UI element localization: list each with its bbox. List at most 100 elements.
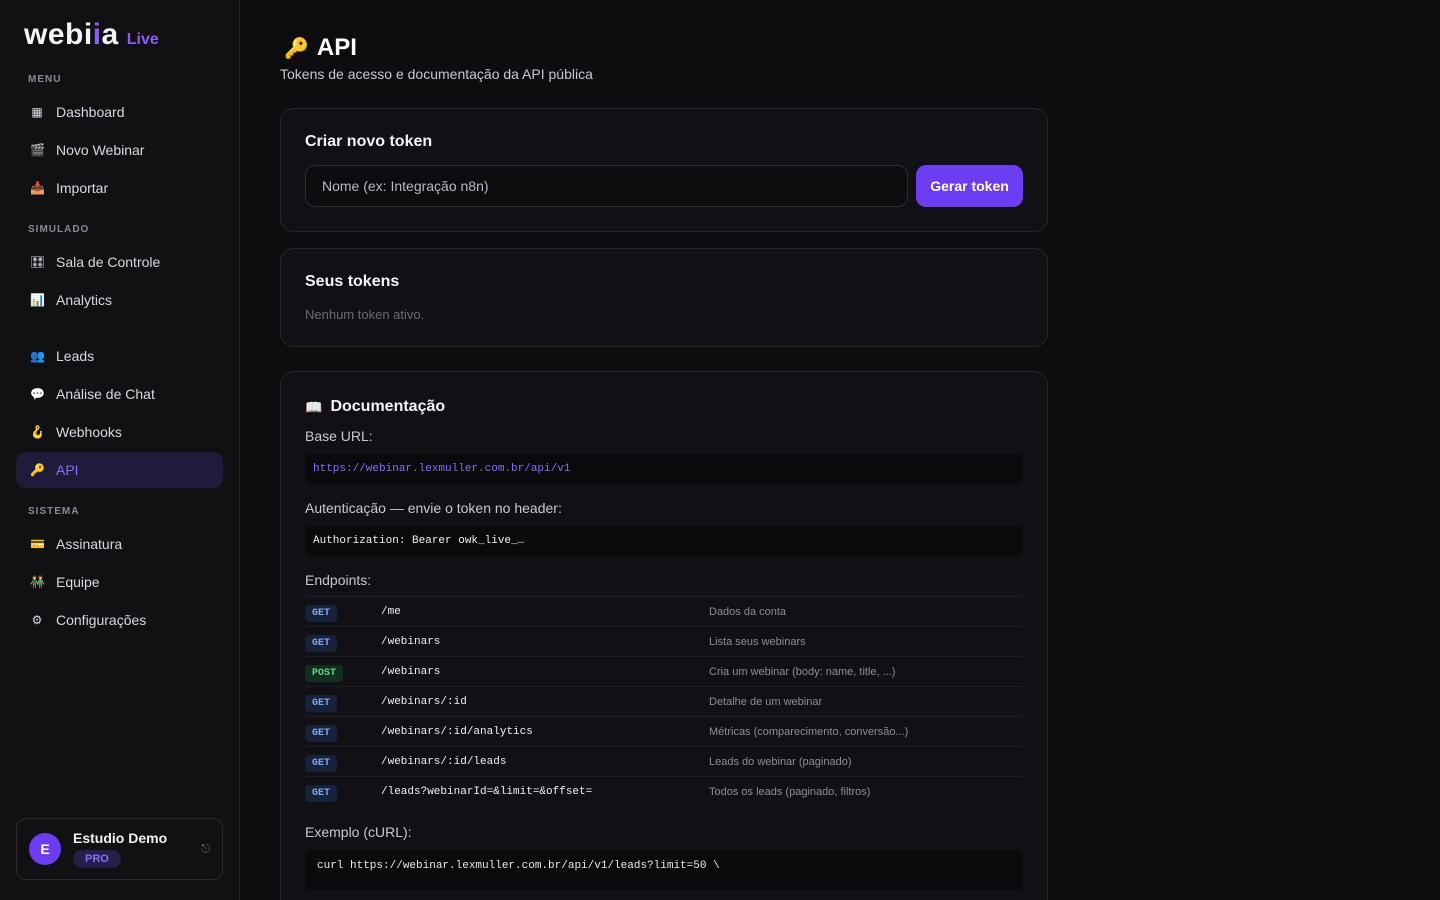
endpoint-path: /webinars — [381, 635, 441, 648]
section-label-simulado: SIMULADO — [28, 224, 90, 235]
endpoints-table: GET /me Dados da conta GET /webinars Lis… — [305, 596, 1023, 806]
documentation-card: 📖 Documentação Base URL: https://webinar… — [280, 371, 1048, 900]
sidebar-item-assinatura[interactable]: 💳 Assinatura — [16, 526, 223, 562]
token-form: Gerar token — [305, 165, 1023, 207]
logo-text: webiia — [24, 18, 119, 51]
endpoint-row: POST /webinars Cria um webinar (body: na… — [305, 656, 1023, 686]
documentation-title-text: Documentação — [330, 398, 446, 415]
method-badge: GET — [305, 754, 338, 772]
sidebar-item-label: Webhooks — [56, 424, 122, 440]
sidebar-item-api[interactable]: 🔑 API — [16, 452, 223, 488]
curl-example-code[interactable]: curl https://webinar.lexmuller.com.br/ap… — [305, 850, 1023, 890]
main-content: 🔑 API Tokens de acesso e documentação da… — [240, 0, 1440, 900]
create-token-card: Criar novo token Gerar token — [280, 108, 1048, 232]
tokens-title: Seus tokens — [305, 273, 400, 290]
credit-card-icon: 💳 — [30, 537, 45, 551]
endpoint-description: Detalhe de um webinar — [709, 695, 823, 708]
plan-badge: PRO — [73, 850, 121, 868]
endpoint-row: GET /me Dados da conta — [305, 596, 1023, 626]
section-label-menu: MENU — [28, 74, 62, 85]
dashboard-icon: ▦ — [31, 105, 43, 119]
endpoint-description: Lista seus webinars — [709, 635, 806, 648]
page-subtitle: Tokens de acesso e documentação da API p… — [280, 66, 593, 82]
sidebar-item-label: Análise de Chat — [56, 386, 155, 402]
auth-header-code[interactable]: Authorization: Bearer owk_live_… — [305, 526, 1023, 556]
user-card[interactable]: E Estudio Demo PRO ⎋ — [16, 818, 223, 880]
tokens-card: Seus tokens Nenhum token ativo. — [280, 248, 1048, 347]
sidebar-item-configuracoes[interactable]: ⚙ Configurações — [16, 602, 223, 638]
sidebar-item-equipe[interactable]: 👬 Equipe — [16, 564, 223, 600]
endpoint-path: /webinars/:id/leads — [381, 755, 507, 768]
sidebar-item-label: Importar — [56, 180, 109, 196]
tokens-empty-state: Nenhum token ativo. — [305, 307, 425, 322]
sidebar-item-analise-de-chat[interactable]: 💬 Análise de Chat — [16, 376, 223, 412]
sidebar-item-label: Assinatura — [56, 536, 123, 552]
bar-chart-icon: 📊 — [30, 293, 45, 307]
auth-label: Autenticação — envie o token no header: — [305, 500, 562, 516]
gear-icon: ⚙ — [31, 613, 43, 627]
brand-logo[interactable]: webiia Live — [16, 0, 223, 70]
endpoint-path: /leads?webinarId=&limit=&offset= — [381, 785, 593, 798]
inbox-icon: 📥 — [30, 181, 45, 195]
sidebar-item-analytics[interactable]: 📊 Analytics — [16, 282, 223, 318]
sidebar-item-leads[interactable]: 👥 Leads — [16, 338, 223, 374]
sidebar-item-importar[interactable]: 📥 Importar — [16, 170, 223, 206]
example-label: Exemplo (cURL): — [305, 824, 412, 840]
book-icon: 📖 — [305, 398, 323, 415]
base-url-label: Base URL: — [305, 428, 373, 444]
sidebar-item-webhooks[interactable]: 🪝 Webhooks — [16, 414, 223, 450]
endpoint-description: Dados da conta — [709, 605, 787, 618]
method-badge: POST — [305, 664, 344, 682]
users-icon: 👥 — [30, 349, 45, 363]
endpoint-row: GET /webinars/:id/leads Leads do webinar… — [305, 746, 1023, 776]
token-name-input[interactable] — [305, 165, 908, 207]
sidebar-item-label: Analytics — [56, 292, 113, 308]
method-badge: GET — [305, 634, 338, 652]
clapperboard-icon: 🎬 — [30, 143, 45, 157]
endpoint-description: Todos os leads (paginado, filtros) — [709, 785, 871, 798]
endpoint-row: GET /leads?webinarId=&limit=&offset= Tod… — [305, 776, 1023, 806]
method-badge: GET — [305, 784, 338, 802]
method-badge: GET — [305, 694, 338, 712]
create-token-title: Criar novo token — [305, 133, 433, 150]
key-icon: 🔑 — [284, 37, 309, 60]
endpoint-description: Métricas (comparecimento, conversão...) — [709, 725, 909, 738]
sidebar-item-label: Leads — [56, 348, 95, 364]
documentation-title: 📖 Documentação — [305, 398, 1023, 416]
sidebar: webiia Live MENU ▦ Dashboard 🎬 Novo Webi… — [0, 0, 240, 900]
base-url-code[interactable]: https://webinar.lexmuller.com.br/api/v1 — [305, 454, 1023, 484]
endpoint-path: /me — [381, 605, 401, 618]
endpoint-path: /webinars/:id — [381, 695, 467, 708]
section-label-sistema: SISTEMA — [28, 506, 80, 517]
sidebar-item-dashboard[interactable]: ▦ Dashboard — [16, 94, 223, 130]
hook-icon: 🪝 — [30, 425, 45, 439]
live-badge: Live — [126, 31, 159, 48]
sidebar-item-label: API — [56, 462, 79, 478]
sidebar-item-label: Dashboard — [56, 104, 125, 120]
sidebar-item-label: Sala de Controle — [56, 254, 161, 270]
page-title: 🔑 API — [284, 32, 1440, 64]
sidebar-item-novo-webinar[interactable]: 🎬 Novo Webinar — [16, 132, 223, 168]
sidebar-item-label: Configurações — [56, 612, 147, 628]
chat-bubble-icon: 💬 — [30, 387, 45, 401]
endpoint-row: GET /webinars Lista seus webinars — [305, 626, 1023, 656]
control-knobs-icon: 🎛 — [30, 255, 46, 269]
endpoint-path: /webinars — [381, 665, 441, 678]
endpoint-row: GET /webinars/:id Detalhe de um webinar — [305, 686, 1023, 716]
sidebar-item-sala-de-controle[interactable]: 🎛 Sala de Controle — [16, 244, 223, 280]
endpoint-path: /webinars/:id/analytics — [381, 725, 533, 738]
key-icon: 🔑 — [30, 463, 45, 477]
generate-token-button[interactable]: Gerar token — [916, 165, 1023, 207]
sidebar-item-label: Novo Webinar — [56, 142, 145, 158]
logout-icon[interactable]: ⎋ — [201, 843, 210, 856]
user-name: Estudio Demo — [73, 830, 168, 846]
page-title-text: API — [316, 34, 357, 61]
user-info: Estudio Demo PRO — [73, 830, 201, 868]
team-icon: 👬 — [30, 575, 45, 589]
endpoint-description: Leads do webinar (paginado) — [709, 755, 852, 768]
sidebar-item-label: Equipe — [56, 574, 100, 590]
method-badge: GET — [305, 604, 338, 622]
endpoint-row: GET /webinars/:id/analytics Métricas (co… — [305, 716, 1023, 746]
endpoints-label: Endpoints: — [305, 572, 372, 588]
endpoint-description: Cria um webinar (body: name, title, ...) — [709, 665, 896, 678]
